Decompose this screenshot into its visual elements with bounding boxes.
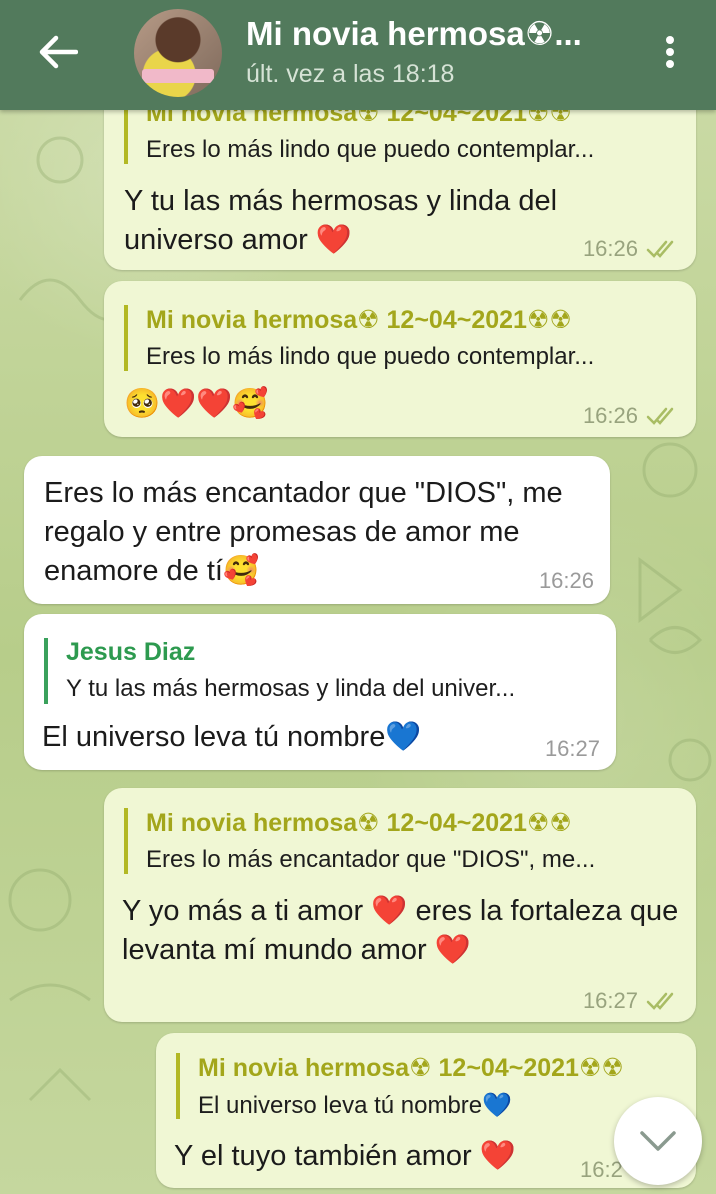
back-button[interactable] xyxy=(30,28,86,76)
reply-quote[interactable]: Mi novia hermosa☢ 12~04~2021☢☢ El univer… xyxy=(176,1053,676,1119)
reply-snippet: Eres lo más lindo que puedo contemplar..… xyxy=(146,343,595,370)
message-time: 16:26 xyxy=(582,236,638,261)
reply-author: Jesus Diaz xyxy=(66,638,196,666)
reply-author: Mi novia hermosa☢ 12~04~2021☢☢ xyxy=(198,1054,624,1082)
message-time: 16:27 xyxy=(582,988,638,1013)
message-meta: 16:26 xyxy=(539,568,594,594)
message-text: El universo leva tú nombre💙 xyxy=(42,721,422,753)
avatar-decoration xyxy=(142,69,214,83)
message-text: Y tu las más hermosas y linda del univer… xyxy=(124,185,558,256)
contact-avatar[interactable] xyxy=(134,9,222,97)
double-check-icon xyxy=(646,407,674,425)
message-text: Y yo más a ti amor ❤️ eres la fortaleza … xyxy=(122,895,679,966)
double-check-icon xyxy=(646,240,674,258)
message-time: 16:26 xyxy=(582,403,638,428)
reply-author: Mi novia hermosa☢ 12~04~2021☢☢ xyxy=(146,809,572,837)
double-check-icon xyxy=(646,992,674,1010)
back-arrow-icon xyxy=(39,35,78,69)
reply-snippet: Eres lo más lindo que puedo contemplar..… xyxy=(146,136,595,163)
message-bubble[interactable]: Jesus Diaz Y tu las más hermosas y linda… xyxy=(24,614,616,770)
message-text: Eres lo más encantador que "DIOS", me re… xyxy=(44,477,563,587)
last-seen-status: últ. vez a las 18:18 xyxy=(246,60,455,88)
message-time: 16:2 xyxy=(580,1157,623,1182)
chat-header: Mi novia hermosa☢... últ. vez a las 18:1… xyxy=(0,0,716,110)
reply-snippet: Y tu las más hermosas y linda del univer… xyxy=(66,675,516,702)
message-meta: 16:27 xyxy=(583,988,680,1014)
message-meta: 16:2 xyxy=(580,1157,623,1183)
message-meta: 16:26 xyxy=(583,403,680,429)
message-bubble[interactable]: Mi novia hermosa☢ 12~04~2021☢☢ Eres lo m… xyxy=(104,281,696,437)
message-bubble[interactable]: Eres lo más encantador que "DIOS", me re… xyxy=(24,456,610,604)
message-time: 16:27 xyxy=(544,736,600,761)
reply-quote[interactable]: Mi novia hermosa☢ 12~04~2021☢☢ Eres lo m… xyxy=(124,305,684,371)
reply-quote[interactable]: Mi novia hermosa☢ 12~04~2021☢☢ Eres lo m… xyxy=(124,808,684,874)
reply-snippet: Eres lo más encantador que "DIOS", me... xyxy=(146,846,596,873)
message-text: 🥺❤️❤️🥰 xyxy=(124,388,269,420)
chevron-down-icon xyxy=(640,1131,676,1151)
more-vertical-icon xyxy=(666,36,674,68)
scroll-to-bottom-button[interactable] xyxy=(614,1097,702,1185)
more-options-button[interactable] xyxy=(650,28,690,76)
message-meta: 16:26 xyxy=(583,236,680,262)
reply-quote[interactable]: Jesus Diaz Y tu las más hermosas y linda… xyxy=(44,638,600,704)
message-bubble[interactable]: Mi novia hermosa☢ 12~04~2021☢☢ El univer… xyxy=(156,1033,696,1188)
chat-title[interactable]: Mi novia hermosa☢... xyxy=(246,14,606,53)
message-bubble[interactable]: Mi novia hermosa☢ 12~04~2021☢☢ Eres lo m… xyxy=(104,788,696,1022)
message-time: 16:26 xyxy=(538,568,594,593)
message-text: Y el tuyo también amor ❤️ xyxy=(174,1140,516,1172)
reply-snippet: El universo leva tú nombre💙 xyxy=(198,1092,513,1119)
message-meta: 16:27 xyxy=(545,736,600,762)
reply-author: Mi novia hermosa☢ 12~04~2021☢☢ xyxy=(146,306,572,334)
